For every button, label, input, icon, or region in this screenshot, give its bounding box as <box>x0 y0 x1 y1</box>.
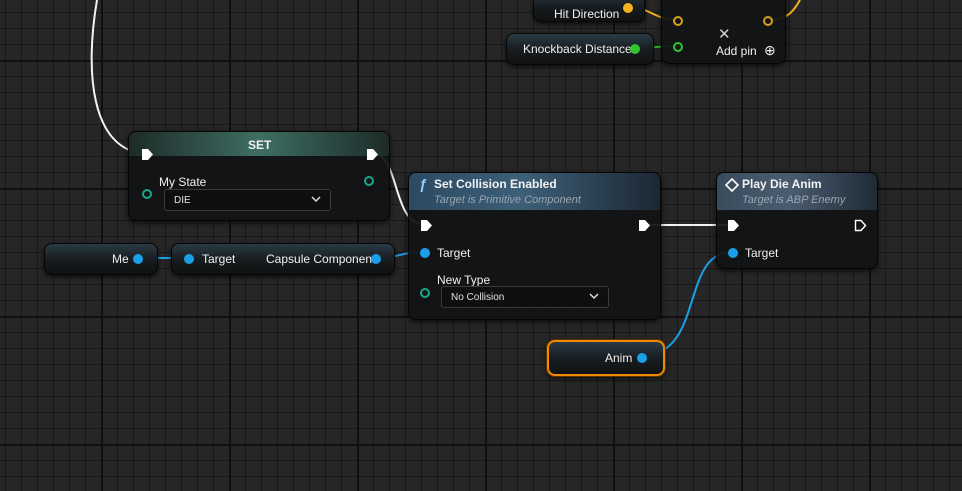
capsule-target-label: Target <box>202 252 236 266</box>
play-die-anim-exec-out-pin[interactable] <box>854 219 867 232</box>
my-state-output-pin[interactable] <box>364 176 374 186</box>
my-state-dropdown[interactable]: DIE <box>164 189 331 211</box>
play-die-anim-node[interactable]: Play Die Anim Target is ABP Enemy Target <box>716 172 878 269</box>
chevron-down-icon <box>589 293 599 300</box>
new-type-value: No Collision <box>451 292 505 303</box>
add-pin-plus-icon[interactable]: ⊕ <box>764 42 776 59</box>
me-label: Me <box>112 252 129 266</box>
set-collision-exec-out-pin[interactable] <box>638 219 651 232</box>
capsule-output-pin[interactable] <box>371 254 381 264</box>
play-die-anim-exec-in-pin[interactable] <box>727 219 740 232</box>
multiply-output-pin[interactable] <box>763 16 773 26</box>
function-icon: ƒ <box>419 176 427 192</box>
set-collision-subtitle: Target is Primitive Component <box>434 194 581 206</box>
set-collision-target-label: Target <box>437 246 471 260</box>
set-collision-enabled-node[interactable]: ƒ Set Collision Enabled Target is Primit… <box>408 172 661 320</box>
set-collision-exec-in-pin[interactable] <box>420 219 433 232</box>
multiply-node[interactable]: ✕ Add pin ⊕ <box>661 0 786 64</box>
play-die-anim-target-label: Target <box>745 246 779 260</box>
multiply-input-a-pin[interactable] <box>673 16 683 26</box>
chevron-down-icon <box>311 196 321 203</box>
multiply-input-b-pin[interactable] <box>673 42 683 52</box>
knockback-distance-pin[interactable] <box>630 44 640 54</box>
knockback-distance-node[interactable]: Knockback Distance <box>506 33 654 65</box>
my-state-input-pin[interactable] <box>142 189 152 199</box>
multiply-x-icon: ✕ <box>718 26 731 43</box>
play-die-anim-subtitle: Target is ABP Enemy <box>742 194 846 206</box>
me-output-pin[interactable] <box>133 254 143 264</box>
set-collision-title: Set Collision Enabled <box>434 177 557 191</box>
capsule-component-node[interactable]: Target Capsule Component <box>171 243 395 275</box>
anim-node[interactable]: Anim <box>547 340 665 376</box>
me-node[interactable]: Me <box>44 243 158 275</box>
set-collision-target-pin[interactable] <box>420 248 430 258</box>
anim-output-pin[interactable] <box>637 353 647 363</box>
event-diamond-icon <box>725 178 739 192</box>
hit-direction-label: Hit Direction <box>554 7 620 21</box>
new-type-label: New Type <box>437 273 491 287</box>
new-type-input-pin[interactable] <box>420 288 430 298</box>
hit-direction-node[interactable]: Hit Direction <box>533 0 645 22</box>
capsule-output-label: Capsule Component <box>266 252 376 266</box>
my-state-label: My State <box>159 175 207 189</box>
knockback-distance-label: Knockback Distance <box>523 42 632 56</box>
new-type-dropdown[interactable]: No Collision <box>441 286 609 308</box>
add-pin-label[interactable]: Add pin <box>716 44 757 58</box>
anim-label: Anim <box>605 351 633 365</box>
set-node[interactable]: SET My State DIE <box>128 131 390 221</box>
capsule-target-pin[interactable] <box>184 254 194 264</box>
my-state-value: DIE <box>174 195 191 206</box>
hit-direction-pin[interactable] <box>623 3 633 13</box>
play-die-anim-target-pin[interactable] <box>728 248 738 258</box>
set-exec-out-pin[interactable] <box>366 148 379 161</box>
set-exec-in-pin[interactable] <box>141 148 154 161</box>
set-node-title: SET <box>248 138 272 152</box>
play-die-anim-title: Play Die Anim <box>742 177 822 191</box>
